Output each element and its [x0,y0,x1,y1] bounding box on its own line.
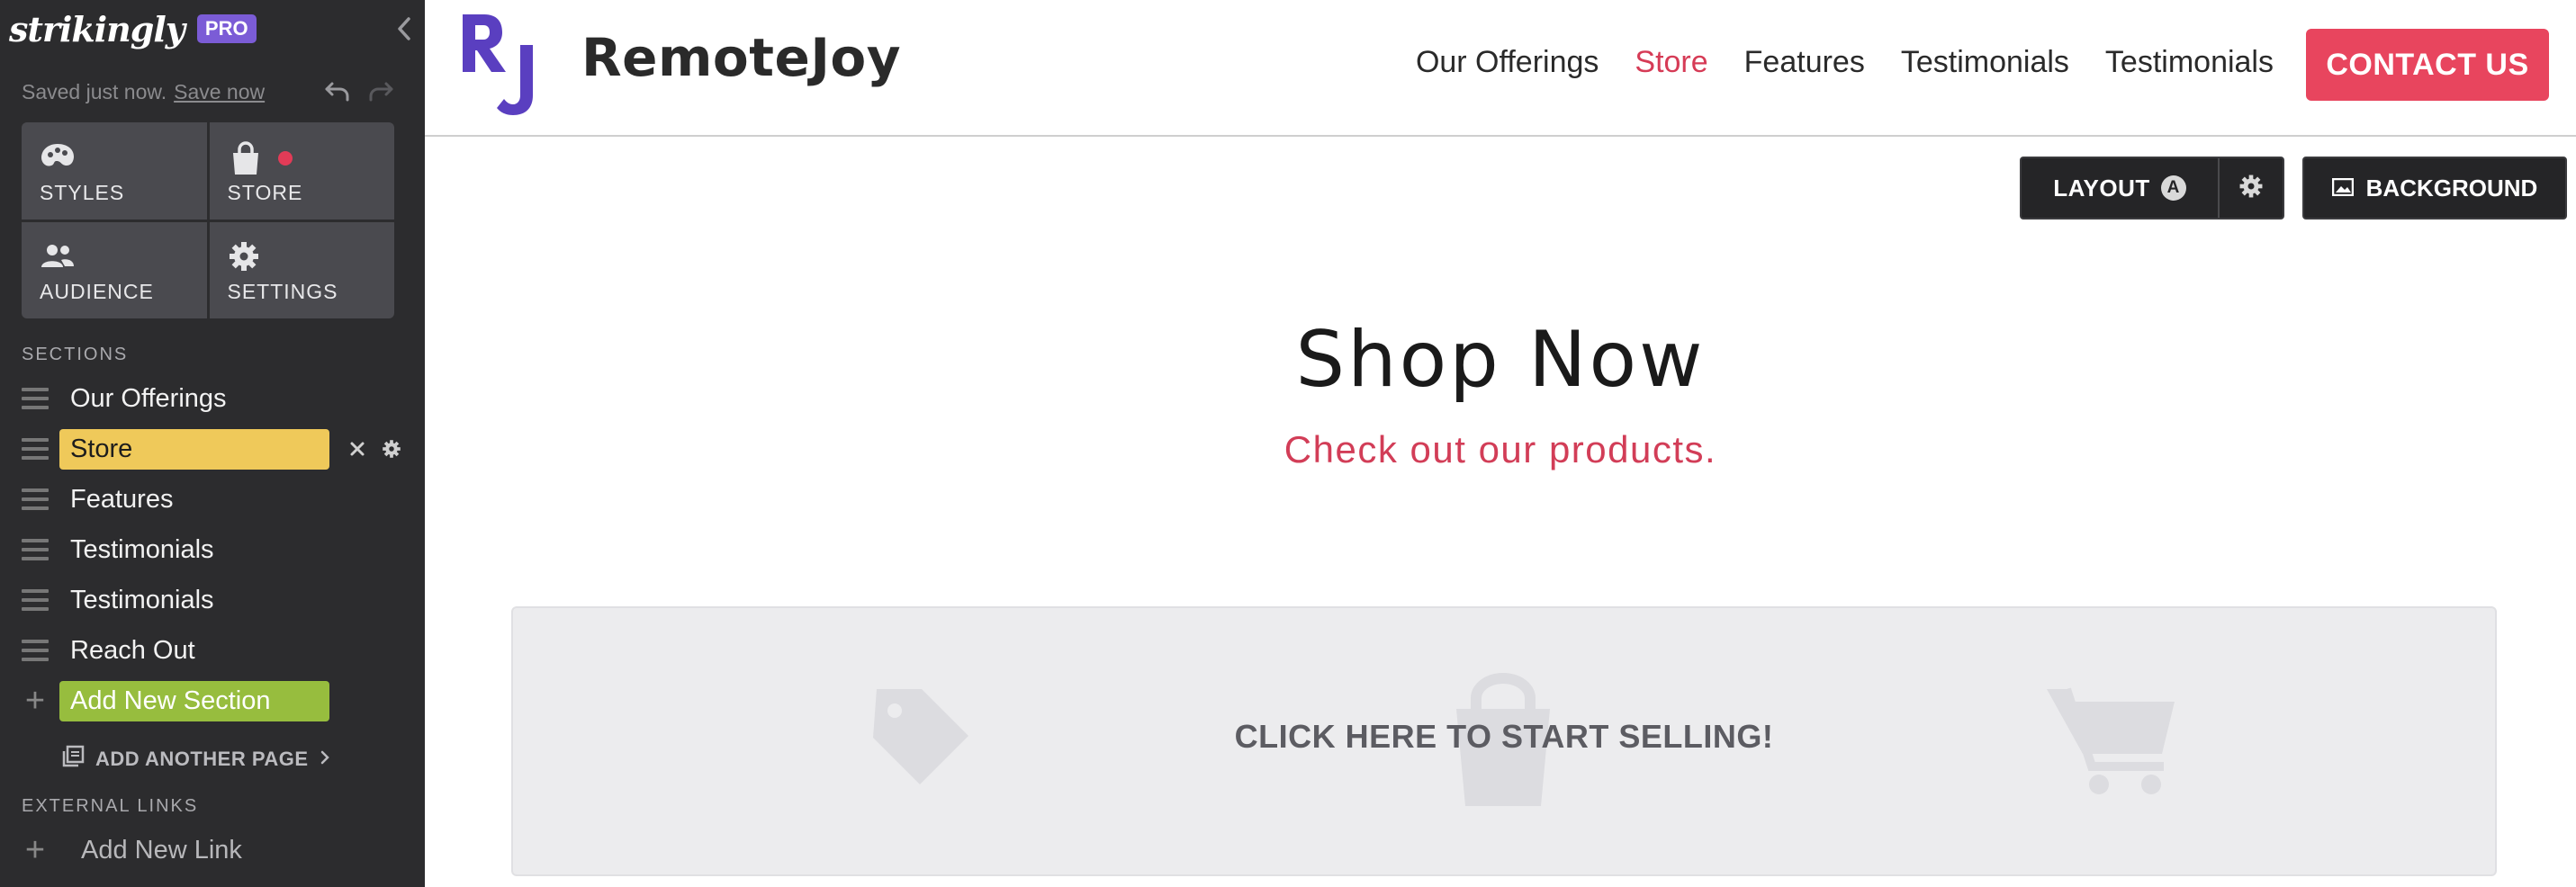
nav-item-store[interactable]: Store [1635,45,1707,80]
site-nav: Our Offerings Store Features Testimonial… [1416,45,2274,80]
background-label: BACKGROUND [2365,174,2538,202]
shopping-bag-icon [228,140,264,175]
nav-item-testimonials[interactable]: Testimonials [1901,45,2069,80]
plus-icon: + [24,682,46,720]
start-selling-cta[interactable]: CLICK HERE TO START SELLING! [513,718,2495,756]
section-subtitle[interactable]: Check out our products. [425,428,2576,471]
section-label: Reach Out [70,635,195,665]
plus-icon: + [24,831,46,869]
section-item-features[interactable]: Features [0,475,425,524]
layout-label: LAYOUT [2053,174,2150,202]
section-settings-button[interactable] [2220,158,2283,218]
image-icon [2331,175,2354,202]
external-links-heading: EXTERNAL LINKS [22,796,199,816]
gear-icon [2238,174,2264,203]
chevron-right-icon [320,748,330,771]
undo-icon[interactable] [322,77,353,106]
section-label: Testimonials [70,585,214,614]
audience-tile-label: AUDIENCE [40,280,154,303]
section-item-store[interactable]: Store [0,425,425,473]
remotejoy-logo-icon[interactable] [457,9,547,121]
drag-handle-icon[interactable] [22,589,49,611]
add-section-label: Add New Section [59,680,329,721]
nav-item-features[interactable]: Features [1744,45,1865,80]
collapse-sidebar-icon[interactable] [391,13,418,45]
layout-toolbar: LAYOUT A [2020,157,2284,220]
drag-handle-icon[interactable] [22,388,49,409]
site-title[interactable]: RemoteJoy [581,27,901,88]
section-label: Testimonials [70,534,214,564]
drag-handle-icon[interactable] [22,438,49,460]
layout-variant-badge: A [2160,175,2186,201]
add-link-label: Add New Link [81,835,242,865]
nav-item-testimonials-2[interactable]: Testimonials [2105,45,2274,80]
pro-badge: PRO [196,14,257,43]
settings-tile[interactable]: SETTINGS [209,221,394,318]
drag-handle-icon[interactable] [22,640,49,661]
add-new-section-button[interactable]: + Add New Section [0,676,425,725]
audience-tile[interactable]: AUDIENCE [22,221,207,318]
brand-row: strikingly PRO [9,7,257,50]
sections-heading: SECTIONS [22,345,129,364]
store-notification-dot [277,151,293,166]
styles-tile-label: STYLES [40,180,125,204]
styles-tile[interactable]: STYLES [22,122,207,220]
store-tile-label: STORE [227,180,303,204]
start-selling-panel[interactable]: CLICK HERE TO START SELLING! [511,606,2497,876]
section-item-testimonials[interactable]: Testimonials [0,525,425,574]
nav-item-our-offerings[interactable]: Our Offerings [1416,45,1599,80]
save-status-text: Saved just now. [22,79,167,103]
section-item-our-offerings[interactable]: Our Offerings [0,374,425,423]
section-label: Features [70,484,174,514]
drag-handle-icon[interactable] [22,539,49,560]
background-button[interactable]: BACKGROUND [2302,157,2567,220]
add-another-page-button[interactable]: ADD ANOTHER PAGE [61,745,330,774]
section-label: Store [59,428,329,470]
delete-section-icon[interactable] [347,437,367,461]
palette-icon [40,140,76,173]
editor-tiles: STYLES STORE AUDIENCE SETTINGS [22,122,394,318]
section-settings-gear-icon[interactable] [382,437,401,461]
people-icon [40,240,76,273]
section-item-reach-out[interactable]: Reach Out [0,626,425,675]
section-item-testimonials-2[interactable]: Testimonials [0,576,425,624]
settings-tile-label: SETTINGS [227,280,338,303]
redo-icon[interactable] [365,77,396,106]
store-tile[interactable]: STORE [209,122,394,220]
save-status-row: Saved just now. Save now [22,77,407,106]
strikingly-logo: strikingly [9,8,185,49]
section-label: Our Offerings [70,383,227,413]
section-title[interactable]: Shop Now [425,315,2576,405]
add-page-label: ADD ANOTHER PAGE [95,748,309,770]
editor-sidebar: strikingly PRO Saved just now. Save now … [0,0,425,887]
drag-handle-icon[interactable] [22,488,49,510]
pages-icon [61,745,85,774]
add-new-link-button[interactable]: + Add New Link [0,826,425,874]
gear-icon [228,240,264,273]
save-now-link[interactable]: Save now [174,80,265,104]
contact-us-button[interactable]: CONTACT US [2306,29,2549,101]
site-header: RemoteJoy Our Offerings Store Features T… [425,0,2576,137]
layout-button[interactable]: LAYOUT A [2022,158,2220,218]
